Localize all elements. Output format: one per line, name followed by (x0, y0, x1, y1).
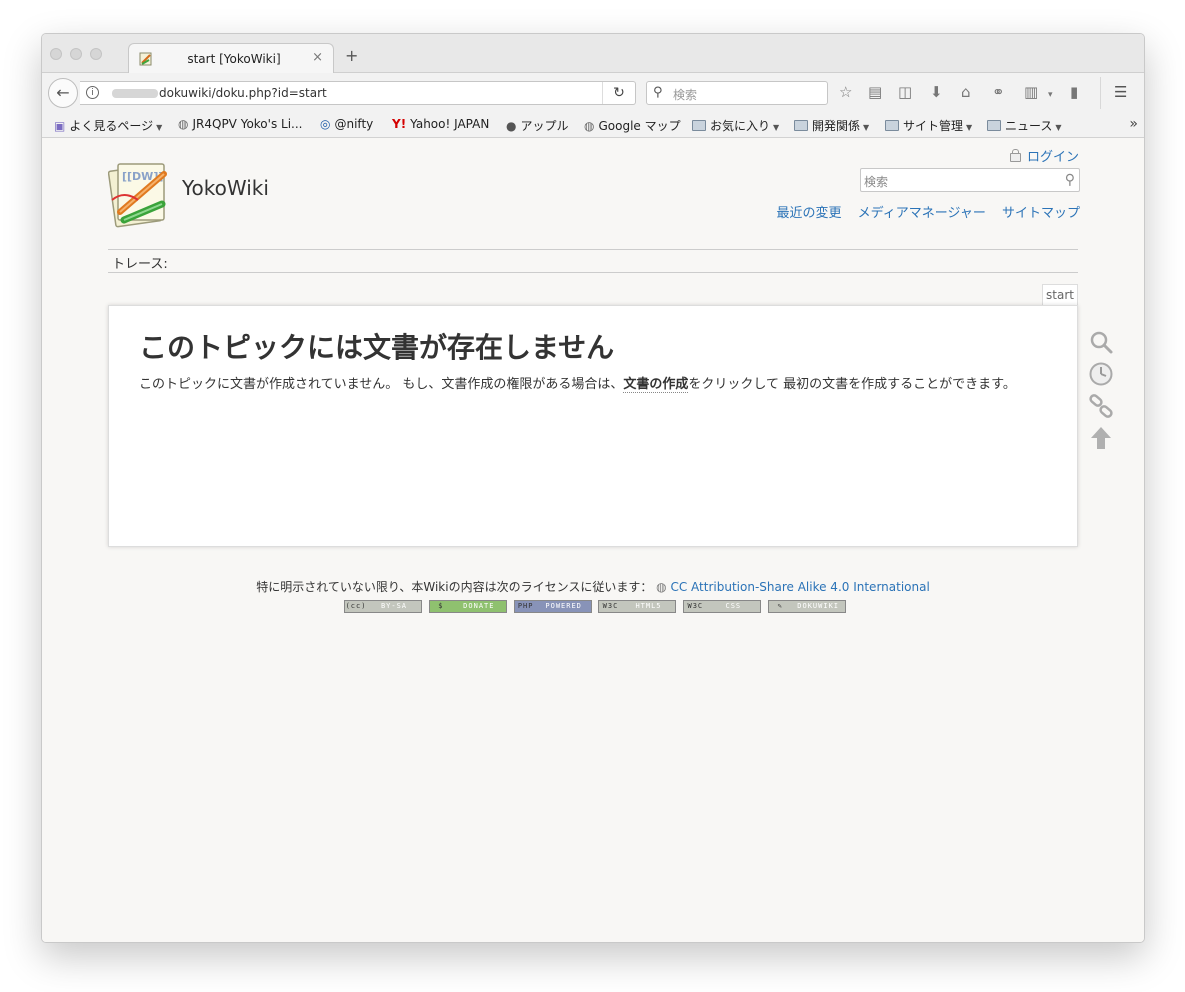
bookmark-folder-favorites[interactable]: お気に入り ▼ (692, 117, 779, 134)
notes-icon[interactable]: ▮ (1070, 84, 1078, 100)
tab-start[interactable]: start [YokoWiki] × (128, 43, 334, 74)
wiki-search-input[interactable]: 検索 ⚲ (860, 168, 1080, 192)
page-heading: このトピックには文書が存在しません (139, 331, 615, 364)
back-button[interactable]: ← (48, 78, 78, 108)
page-content: このトピックには文書が存在しません このトピックに文書が作成されていません。 も… (108, 305, 1078, 547)
reload-icon[interactable]: ↻ (602, 82, 635, 104)
search-engine-icon[interactable]: ⚲ (653, 85, 663, 100)
site-info-icon[interactable]: i (86, 86, 99, 99)
folder-icon (885, 120, 899, 131)
search-icon[interactable]: ⚲ (1065, 172, 1075, 188)
trace-label: トレース: (112, 257, 168, 272)
bookmark-apple[interactable]: ● アップル (506, 117, 569, 134)
page-body: このトピックに文書が作成されていません。 もし、文書作成の権限がある場合は、文書… (139, 377, 1016, 393)
bookmark-yahoo[interactable]: Y! Yahoo! JAPAN (392, 117, 489, 131)
clipboard-icon[interactable]: ▥ (1024, 84, 1038, 100)
folder-icon (987, 120, 1001, 131)
minimize-window-button[interactable] (70, 48, 82, 60)
bookmark-google-maps[interactable]: ◍ Google マップ (584, 117, 681, 134)
license-text: 特に明示されていない限り、本Wikiの内容は次のライセンスに従います： (256, 580, 653, 594)
site-title[interactable]: YokoWiki (182, 176, 269, 200)
bookmark-folder-news[interactable]: ニュース ▼ (987, 117, 1062, 134)
folder-icon (692, 120, 706, 131)
wiki-search-placeholder: 検索 (864, 175, 889, 189)
globe-icon: ◍ (178, 117, 189, 131)
clock-icon[interactable] (1088, 361, 1114, 387)
bookmark-most-visited[interactable]: ▣ よく見るページ ▼ (54, 117, 162, 134)
tab-title: start [YokoWiki] (187, 52, 281, 66)
most-visited-icon: ▣ (54, 119, 66, 133)
browser-window: start [YokoWiki] × + ← i dokuwiki/doku.p… (41, 33, 1145, 943)
close-window-button[interactable] (50, 48, 62, 60)
menu-icon[interactable]: ☰ (1114, 84, 1127, 100)
link-icon[interactable] (1088, 393, 1114, 419)
globe-icon: ◍ (656, 580, 667, 594)
site-tools: 最近の変更 メディアマネージャー サイトマップ (765, 202, 1081, 221)
bookmark-jr4qpv[interactable]: ◍ JR4QPV Yoko's Li... (178, 117, 302, 131)
tab-close-icon[interactable]: × (312, 50, 323, 65)
media-manager-link[interactable]: メディアマネージャー (858, 206, 986, 221)
dropdown-caret-icon[interactable]: ▾ (1048, 87, 1053, 103)
badge-php-powered[interactable]: PHP POWERED (513, 600, 592, 613)
url-path: dokuwiki/doku.php?id=start (159, 86, 327, 100)
chevron-down-icon: ▼ (773, 123, 780, 132)
navigation-bar: ← i dokuwiki/doku.php?id=start ↻ ⚲ 検索 ☆ … (42, 73, 1144, 113)
folder-icon (794, 120, 808, 131)
page-id: start (1042, 284, 1078, 305)
bookmark-nifty[interactable]: ◎ @nifty (320, 117, 373, 131)
yahoo-icon: Y! (392, 117, 407, 131)
apple-icon: ● (506, 119, 517, 133)
lock-icon (1009, 149, 1021, 162)
pocket-icon[interactable]: ◫ (898, 84, 912, 100)
bookmark-folder-site-admin[interactable]: サイト管理 ▼ (885, 117, 972, 134)
blurred-host (112, 89, 158, 98)
home-icon[interactable]: ⌂ (961, 84, 971, 100)
arrow-up-icon[interactable] (1088, 425, 1114, 451)
back-arrow-icon: ← (56, 83, 70, 102)
chevron-down-icon: ▼ (966, 123, 973, 132)
license-notice: 特に明示されていない限り、本Wikiの内容は次のライセンスに従います： ◍ CC… (42, 578, 1144, 595)
browser-search-placeholder: 検索 (673, 88, 698, 102)
dokuwiki-logo[interactable]: [[DW]] (108, 160, 174, 230)
wiki-page: [[DW]] YokoWiki ログイン 検索 ⚲ 最近の変更 メディアマネージ… (42, 138, 1144, 942)
tab-strip: start [YokoWiki] × + (42, 34, 1144, 74)
chevron-down-icon: ▼ (863, 123, 870, 132)
new-tab-button[interactable]: + (345, 48, 358, 64)
badge-donate[interactable]: $ DONATE (428, 600, 507, 613)
chevron-down-icon: ▼ (1055, 123, 1062, 132)
globe-icon: ◍ (584, 119, 595, 133)
zoom-window-button[interactable] (90, 48, 102, 60)
reading-list-icon[interactable]: ▤ (868, 84, 882, 100)
nifty-icon: ◎ (320, 117, 331, 131)
breadcrumb: トレース: (108, 249, 1078, 273)
login-link[interactable]: ログイン (1009, 146, 1079, 165)
url-text: dokuwiki/doku.php?id=start (112, 86, 327, 100)
badge-w3c-html5[interactable]: W3C HTML5 (598, 600, 677, 613)
toolbar-separator (1100, 77, 1101, 109)
footer-badges: (cc) BY-SA $ DONATE PHP POWERED W3C HTML5 W3… (344, 600, 849, 614)
download-icon[interactable]: ⬇ (930, 84, 943, 100)
badge-cc-by-sa[interactable]: (cc) BY-SA (344, 600, 422, 613)
bookmarks-overflow-icon[interactable]: » (1129, 116, 1138, 132)
bookmarks-toolbar: ▣ よく見るページ ▼ ◍ JR4QPV Yoko's Li... ◎ @nifty Y… (42, 113, 1144, 138)
chevron-down-icon: ▼ (156, 123, 163, 132)
dokuwiki-favicon-icon (139, 52, 152, 66)
browser-search-bar[interactable]: ⚲ 検索 (646, 81, 828, 105)
recent-changes-link[interactable]: 最近の変更 (777, 206, 842, 221)
license-link[interactable]: ◍ CC Attribution-Share Alike 4.0 Interna… (656, 580, 930, 594)
bookmark-folder-dev[interactable]: 開発関係 ▼ (794, 117, 869, 134)
sync-icon[interactable]: ⚭ (992, 84, 1005, 100)
badge-dokuwiki[interactable]: ✎ DOKUWIKI (768, 600, 847, 613)
bookmark-star-icon[interactable]: ☆ (839, 84, 852, 100)
badge-w3c-css[interactable]: W3C CSS (683, 600, 762, 613)
sitemap-link[interactable]: サイトマップ (1002, 206, 1080, 221)
url-bar[interactable]: i dokuwiki/doku.php?id=start ↻ (80, 81, 636, 105)
create-page-link[interactable]: 文書の作成 (623, 377, 689, 393)
search-icon[interactable] (1088, 329, 1114, 355)
